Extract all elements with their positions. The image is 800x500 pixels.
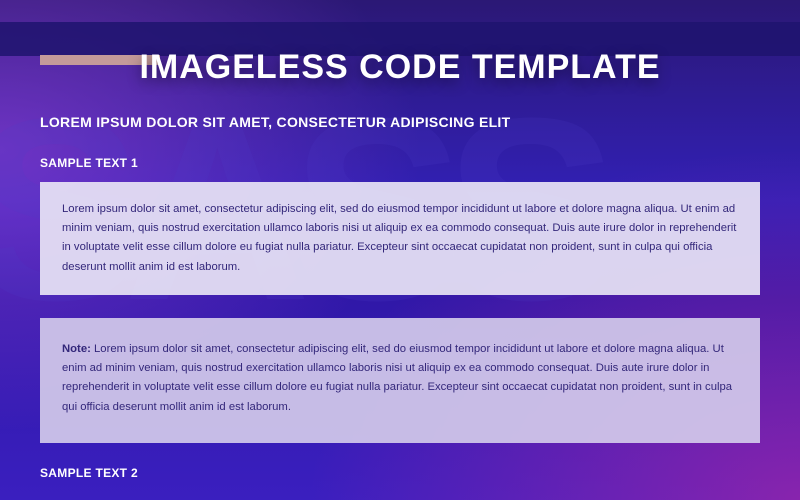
section-heading-1: SAMPLE TEXT 1 — [40, 156, 138, 170]
note-label: Note: — [62, 343, 91, 355]
page-title: IMAGELESS CODE TEMPLATE — [0, 48, 800, 87]
note-panel: Note: Lorem ipsum dolor sit amet, consec… — [40, 318, 760, 443]
paragraph-1: Lorem ipsum dolor sit amet, consectetur … — [62, 203, 736, 273]
subtitle: LOREM IPSUM DOLOR SIT AMET, CONSECTETUR … — [40, 114, 510, 130]
text-panel-1: Lorem ipsum dolor sit amet, consectetur … — [40, 182, 760, 295]
section-heading-2: SAMPLE TEXT 2 — [40, 466, 138, 480]
note-body: Lorem ipsum dolor sit amet, consectetur … — [62, 343, 732, 413]
